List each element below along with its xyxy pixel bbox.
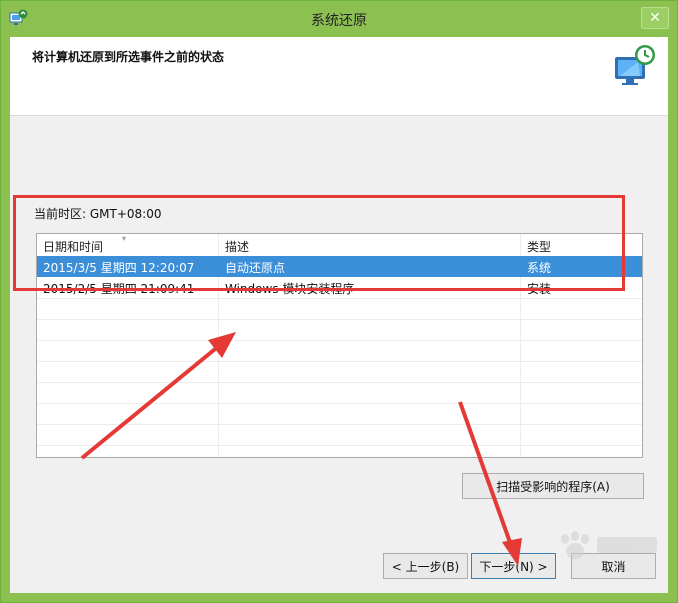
- next-button[interactable]: 下一步(N) >: [471, 553, 556, 579]
- close-button[interactable]: ✕: [641, 7, 669, 29]
- row-divider: [37, 340, 642, 341]
- row-divider: [37, 424, 642, 425]
- header-text: 将计算机还原到所选事件之前的状态: [32, 50, 225, 64]
- dialog-header: 将计算机还原到所选事件之前的状态: [10, 37, 668, 116]
- highlight-box: [13, 195, 625, 291]
- row-divider: [37, 361, 642, 362]
- system-restore-monitor-icon: [615, 45, 655, 85]
- window-title: 系统还原: [311, 13, 367, 29]
- back-button[interactable]: < 上一步(B): [383, 553, 468, 579]
- row-divider: [37, 319, 642, 320]
- title-bar[interactable]: 系统还原 ✕: [1, 1, 677, 37]
- scan-affected-programs-button[interactable]: 扫描受影响的程序(A): [462, 473, 644, 499]
- row-divider: [37, 445, 642, 446]
- dialog-content: 将计算机还原到所选事件之前的状态 当前时区: GMT+08:00 ▾ 日期和时间…: [10, 37, 668, 593]
- row-divider: [37, 298, 642, 299]
- row-divider: [37, 403, 642, 404]
- system-restore-window: 系统还原 ✕ 将计算机还原到所选事件之前的状态 当前时区: GMT+08:00 …: [0, 0, 678, 603]
- row-divider: [37, 382, 642, 383]
- close-icon: ✕: [649, 10, 661, 26]
- baidu-paw-watermark-icon: [561, 531, 657, 559]
